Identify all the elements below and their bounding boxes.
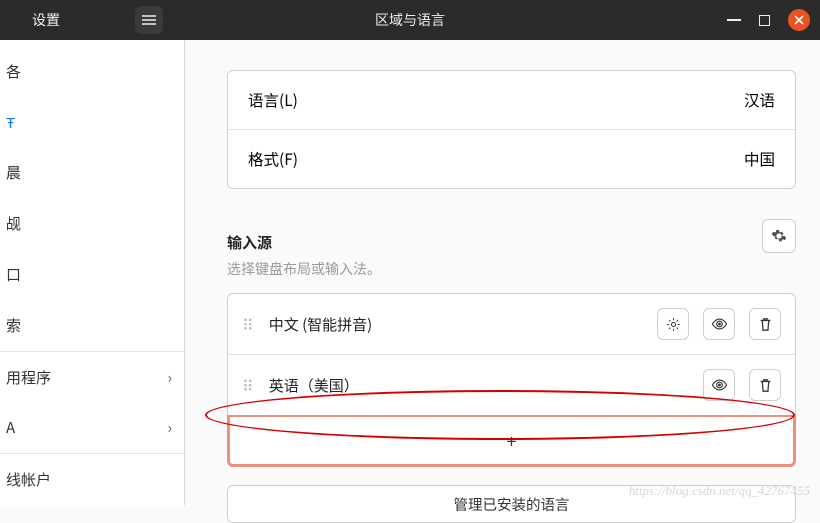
language-value: 汉语 — [744, 89, 775, 111]
input-source-name: 英语（美国） — [269, 375, 689, 396]
input-source-name: 中文 (智能拼音) — [269, 314, 643, 335]
input-source-delete-button[interactable] — [749, 369, 781, 401]
trash-icon — [759, 378, 772, 393]
input-source-view-button[interactable] — [703, 369, 735, 401]
watermark: https://blog.csdn.net/qq_42767455 — [629, 483, 810, 499]
input-sources-list: ⠿ 中文 (智能拼音) ⠿ 英语（美国） — [227, 293, 796, 416]
sidebar-item-4[interactable]: 口 — [0, 249, 184, 300]
sidebar-item-1[interactable]: Ŧ — [0, 97, 184, 148]
eye-icon — [711, 379, 728, 391]
locale-card: 语言(L) 汉语 格式(F) 中国 — [227, 70, 796, 189]
input-source-delete-button[interactable] — [749, 308, 781, 340]
app-name: 设置 — [32, 10, 60, 30]
chevron-right-icon: › — [167, 367, 172, 388]
sidebar-item-0[interactable]: 各 — [0, 46, 184, 97]
sidebar-item-7[interactable]: A› — [0, 403, 184, 454]
sidebar-item-5[interactable]: 索 — [0, 300, 184, 351]
maximize-button[interactable] — [759, 15, 770, 26]
sidebar-item-accounts[interactable]: 线帐户 — [0, 454, 184, 505]
sidebar: 各 Ŧ 晨 觇 口 索 用程序› A› 线帐户 — [0, 40, 185, 505]
formats-row[interactable]: 格式(F) 中国 — [228, 129, 795, 188]
trash-icon — [759, 317, 772, 332]
formats-value: 中国 — [744, 148, 775, 170]
close-icon — [794, 15, 804, 25]
gear-icon — [666, 317, 681, 332]
window-title: 区域与语言 — [375, 10, 445, 30]
minimize-button[interactable] — [727, 19, 741, 21]
add-input-source-button[interactable]: + — [227, 415, 796, 467]
chevron-right-icon: › — [167, 417, 172, 438]
language-label: 语言(L) — [248, 89, 298, 111]
formats-label: 格式(F) — [248, 148, 298, 170]
gear-icon — [771, 228, 787, 244]
plus-icon: + — [507, 428, 517, 454]
sidebar-item-apps[interactable]: 用程序› — [0, 352, 184, 403]
hamburger-menu-button[interactable] — [135, 6, 163, 34]
input-source-row: ⠿ 英语（美国） — [228, 354, 795, 415]
hamburger-icon — [142, 15, 156, 25]
input-sources-subtitle: 选择键盘布局或输入法。 — [227, 259, 796, 279]
drag-handle-icon[interactable]: ⠿ — [242, 382, 255, 388]
input-source-row: ⠿ 中文 (智能拼音) — [228, 294, 795, 354]
titlebar: 设置 区域与语言 — [0, 0, 820, 40]
drag-handle-icon[interactable]: ⠿ — [242, 321, 255, 327]
close-button[interactable] — [788, 9, 810, 31]
input-sources-title: 输入源 — [227, 232, 272, 253]
input-source-settings-button[interactable] — [657, 308, 689, 340]
sidebar-item-3[interactable]: 觇 — [0, 198, 184, 249]
main-content: 语言(L) 汉语 格式(F) 中国 输入源 选择键盘布局或输入法。 ⠿ 中文 (… — [185, 40, 820, 505]
eye-icon — [711, 318, 728, 330]
input-sources-settings-button[interactable] — [762, 219, 796, 253]
language-row[interactable]: 语言(L) 汉语 — [228, 71, 795, 129]
input-source-view-button[interactable] — [703, 308, 735, 340]
sidebar-item-2[interactable]: 晨 — [0, 148, 184, 199]
